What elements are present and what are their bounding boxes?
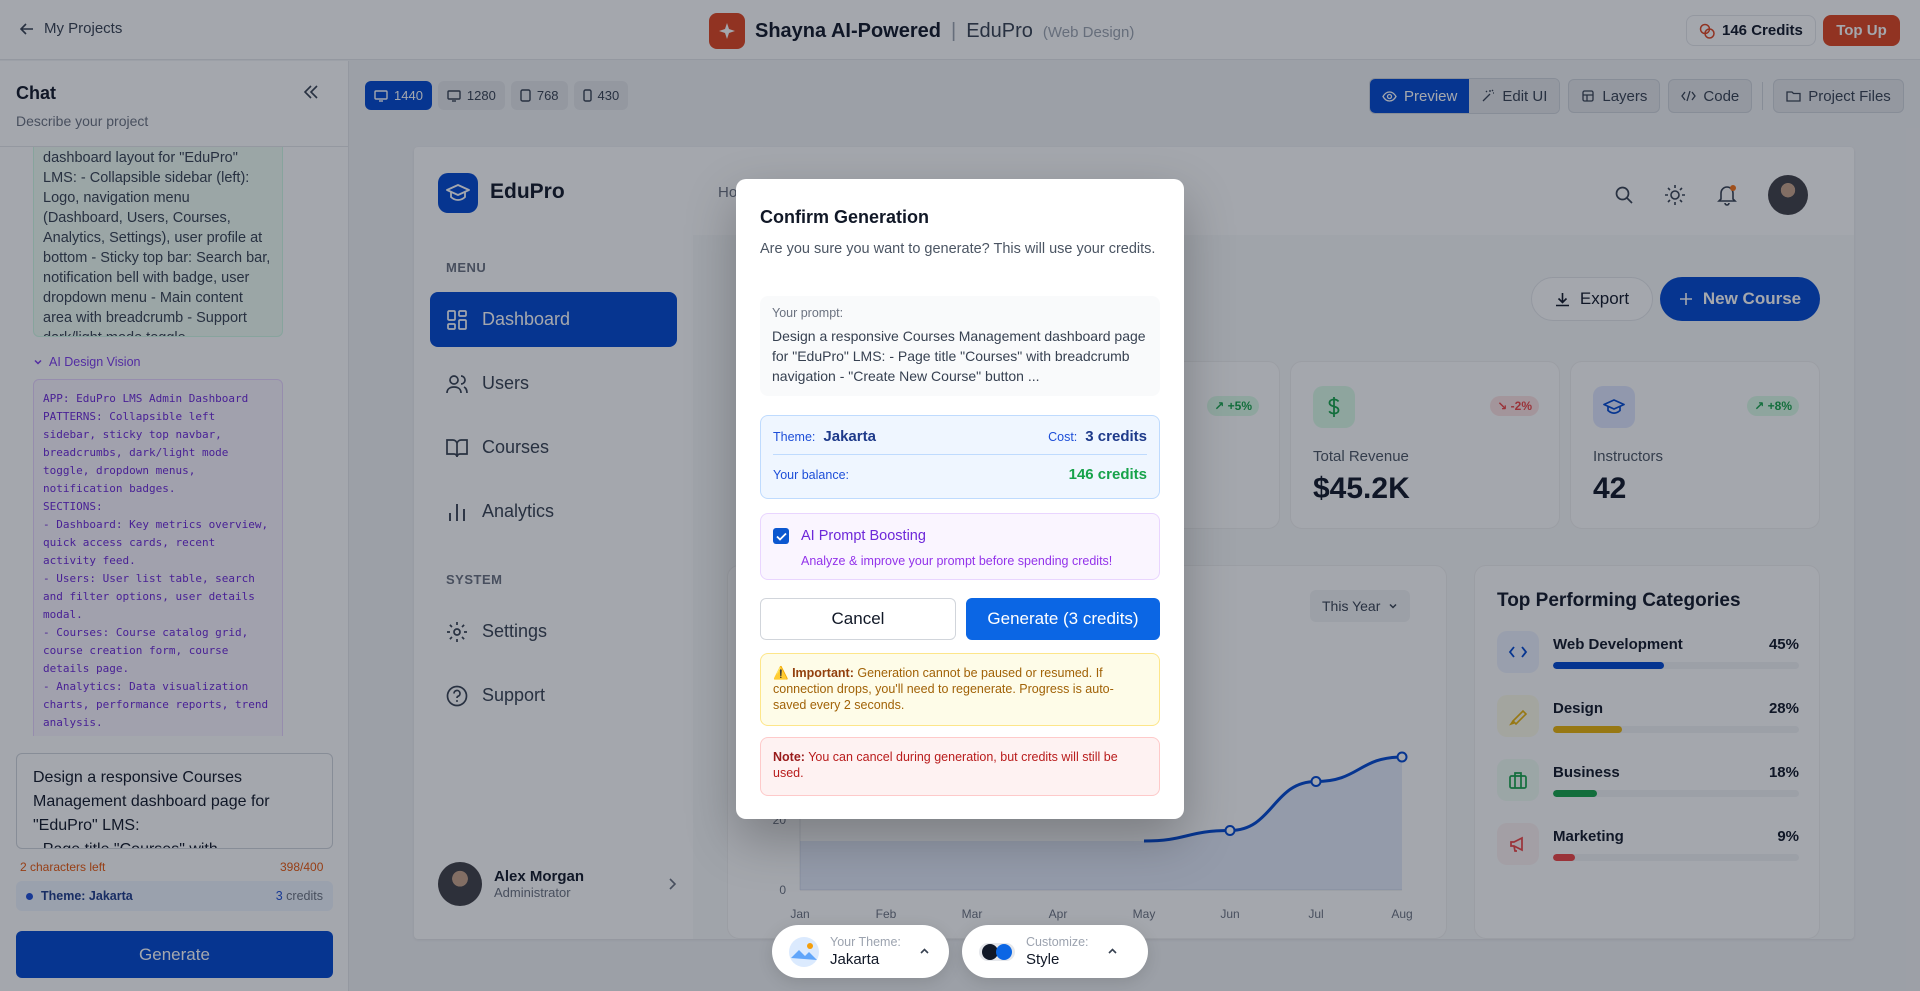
toggle-style-icon bbox=[979, 942, 1015, 961]
dialog-description: Are you sure you want to generate? This … bbox=[760, 241, 1156, 257]
customize-pill-label: Customize: bbox=[1026, 935, 1089, 949]
theme-pill-label: Your Theme: bbox=[830, 935, 901, 949]
important-warning: ⚠️ Important: Generation cannot be pause… bbox=[760, 653, 1160, 726]
prompt-boost-subtitle: Analyze & improve your prompt before spe… bbox=[801, 554, 1113, 568]
balance-value: 146 credits bbox=[1068, 466, 1147, 483]
prompt-preview-label: Your prompt: bbox=[772, 306, 844, 320]
prompt-preview-text: Design a responsive Courses Management d… bbox=[772, 328, 1146, 384]
chevron-up-icon bbox=[920, 948, 929, 954]
balance-label: Your balance: bbox=[773, 467, 849, 482]
note-text: You can cancel during generation, but cr… bbox=[773, 750, 1118, 780]
theme-label: Theme: bbox=[773, 429, 816, 444]
important-title: Important: bbox=[792, 666, 854, 680]
cost-value: 3 credits bbox=[1085, 428, 1147, 445]
prompt-preview: Your prompt: Design a responsive Courses… bbox=[760, 296, 1160, 396]
cost-label: Cost: bbox=[1048, 429, 1078, 444]
cost-group: Cost: 3 credits bbox=[1048, 428, 1147, 445]
note-title: Note: bbox=[773, 750, 805, 764]
prompt-boost-option[interactable]: AI Prompt Boosting Analyze & improve you… bbox=[760, 513, 1160, 580]
theme-value: Jakarta bbox=[823, 428, 876, 445]
confirm-generation-dialog: Confirm Generation Are you sure you want… bbox=[736, 179, 1184, 819]
chevron-up-icon bbox=[1107, 948, 1117, 954]
customize-selector[interactable]: Customize: Style bbox=[962, 925, 1148, 978]
customize-pill-value: Style bbox=[1026, 951, 1060, 968]
confirm-generate-button[interactable]: Generate (3 credits) bbox=[966, 598, 1160, 640]
balance-row: Your balance: 146 credits bbox=[773, 466, 1147, 483]
warning-icon: ⚠️ bbox=[773, 666, 789, 680]
theme-selector[interactable]: Your Theme: Jakarta bbox=[772, 925, 949, 978]
cost-summary: Theme: Jakarta Cost: 3 credits Your bala… bbox=[760, 415, 1160, 499]
check-icon bbox=[775, 532, 787, 541]
theme-pill-value: Jakarta bbox=[830, 951, 880, 968]
cancel-note: Note: You can cancel during generation, … bbox=[760, 737, 1160, 796]
prompt-boost-checkbox[interactable] bbox=[773, 528, 789, 544]
cancel-button[interactable]: Cancel bbox=[760, 598, 956, 640]
theme-thumbnail-icon bbox=[789, 936, 819, 967]
theme-cost-row: Theme: Jakarta Cost: 3 credits bbox=[773, 428, 1147, 455]
prompt-boost-title: AI Prompt Boosting bbox=[801, 528, 926, 544]
dialog-title: Confirm Generation bbox=[760, 207, 930, 227]
